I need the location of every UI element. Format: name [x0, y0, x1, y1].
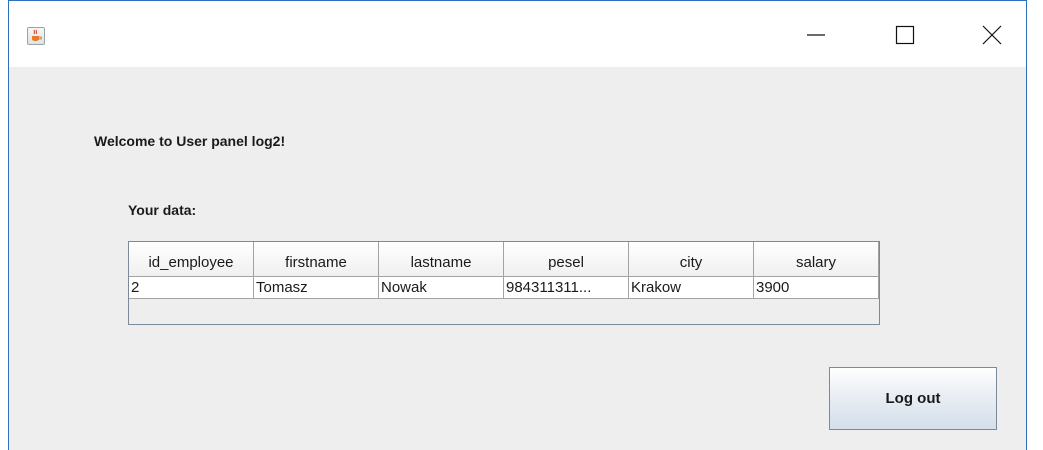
cell-pesel[interactable]: 984311311... [504, 277, 629, 299]
cell-firstname[interactable]: Tomasz [254, 277, 379, 299]
cell-salary[interactable]: 3900 [754, 277, 879, 299]
cell-city[interactable]: Krakow [629, 277, 754, 299]
welcome-label: Welcome to User panel log2! [94, 133, 286, 149]
minimize-button[interactable] [793, 13, 839, 57]
column-header-id-employee[interactable]: id_employee [129, 242, 254, 277]
column-header-salary[interactable]: salary [754, 242, 879, 277]
column-header-firstname[interactable]: firstname [254, 242, 379, 277]
cell-lastname[interactable]: Nowak [379, 277, 504, 299]
column-header-pesel[interactable]: pesel [504, 242, 629, 277]
minimize-icon [807, 34, 825, 36]
table-row[interactable]: 2 Tomasz Nowak 984311311... Krakow 3900 [129, 277, 879, 299]
logout-button[interactable]: Log out [829, 367, 997, 430]
column-header-city[interactable]: city [629, 242, 754, 277]
close-button[interactable] [969, 13, 1015, 57]
maximize-icon [895, 25, 915, 45]
title-bar[interactable] [9, 1, 1026, 67]
column-header-lastname[interactable]: lastname [379, 242, 504, 277]
java-cup-icon[interactable] [27, 27, 45, 45]
maximize-button[interactable] [882, 13, 928, 57]
your-data-label: Your data: [128, 202, 197, 218]
cell-id-employee[interactable]: 2 [129, 277, 254, 299]
employee-table[interactable]: id_employee firstname lastname pesel cit… [128, 241, 880, 325]
table-header: id_employee firstname lastname pesel cit… [129, 242, 879, 277]
close-icon [982, 25, 1002, 45]
app-window: Welcome to User panel log2! Your data: i… [8, 0, 1027, 450]
